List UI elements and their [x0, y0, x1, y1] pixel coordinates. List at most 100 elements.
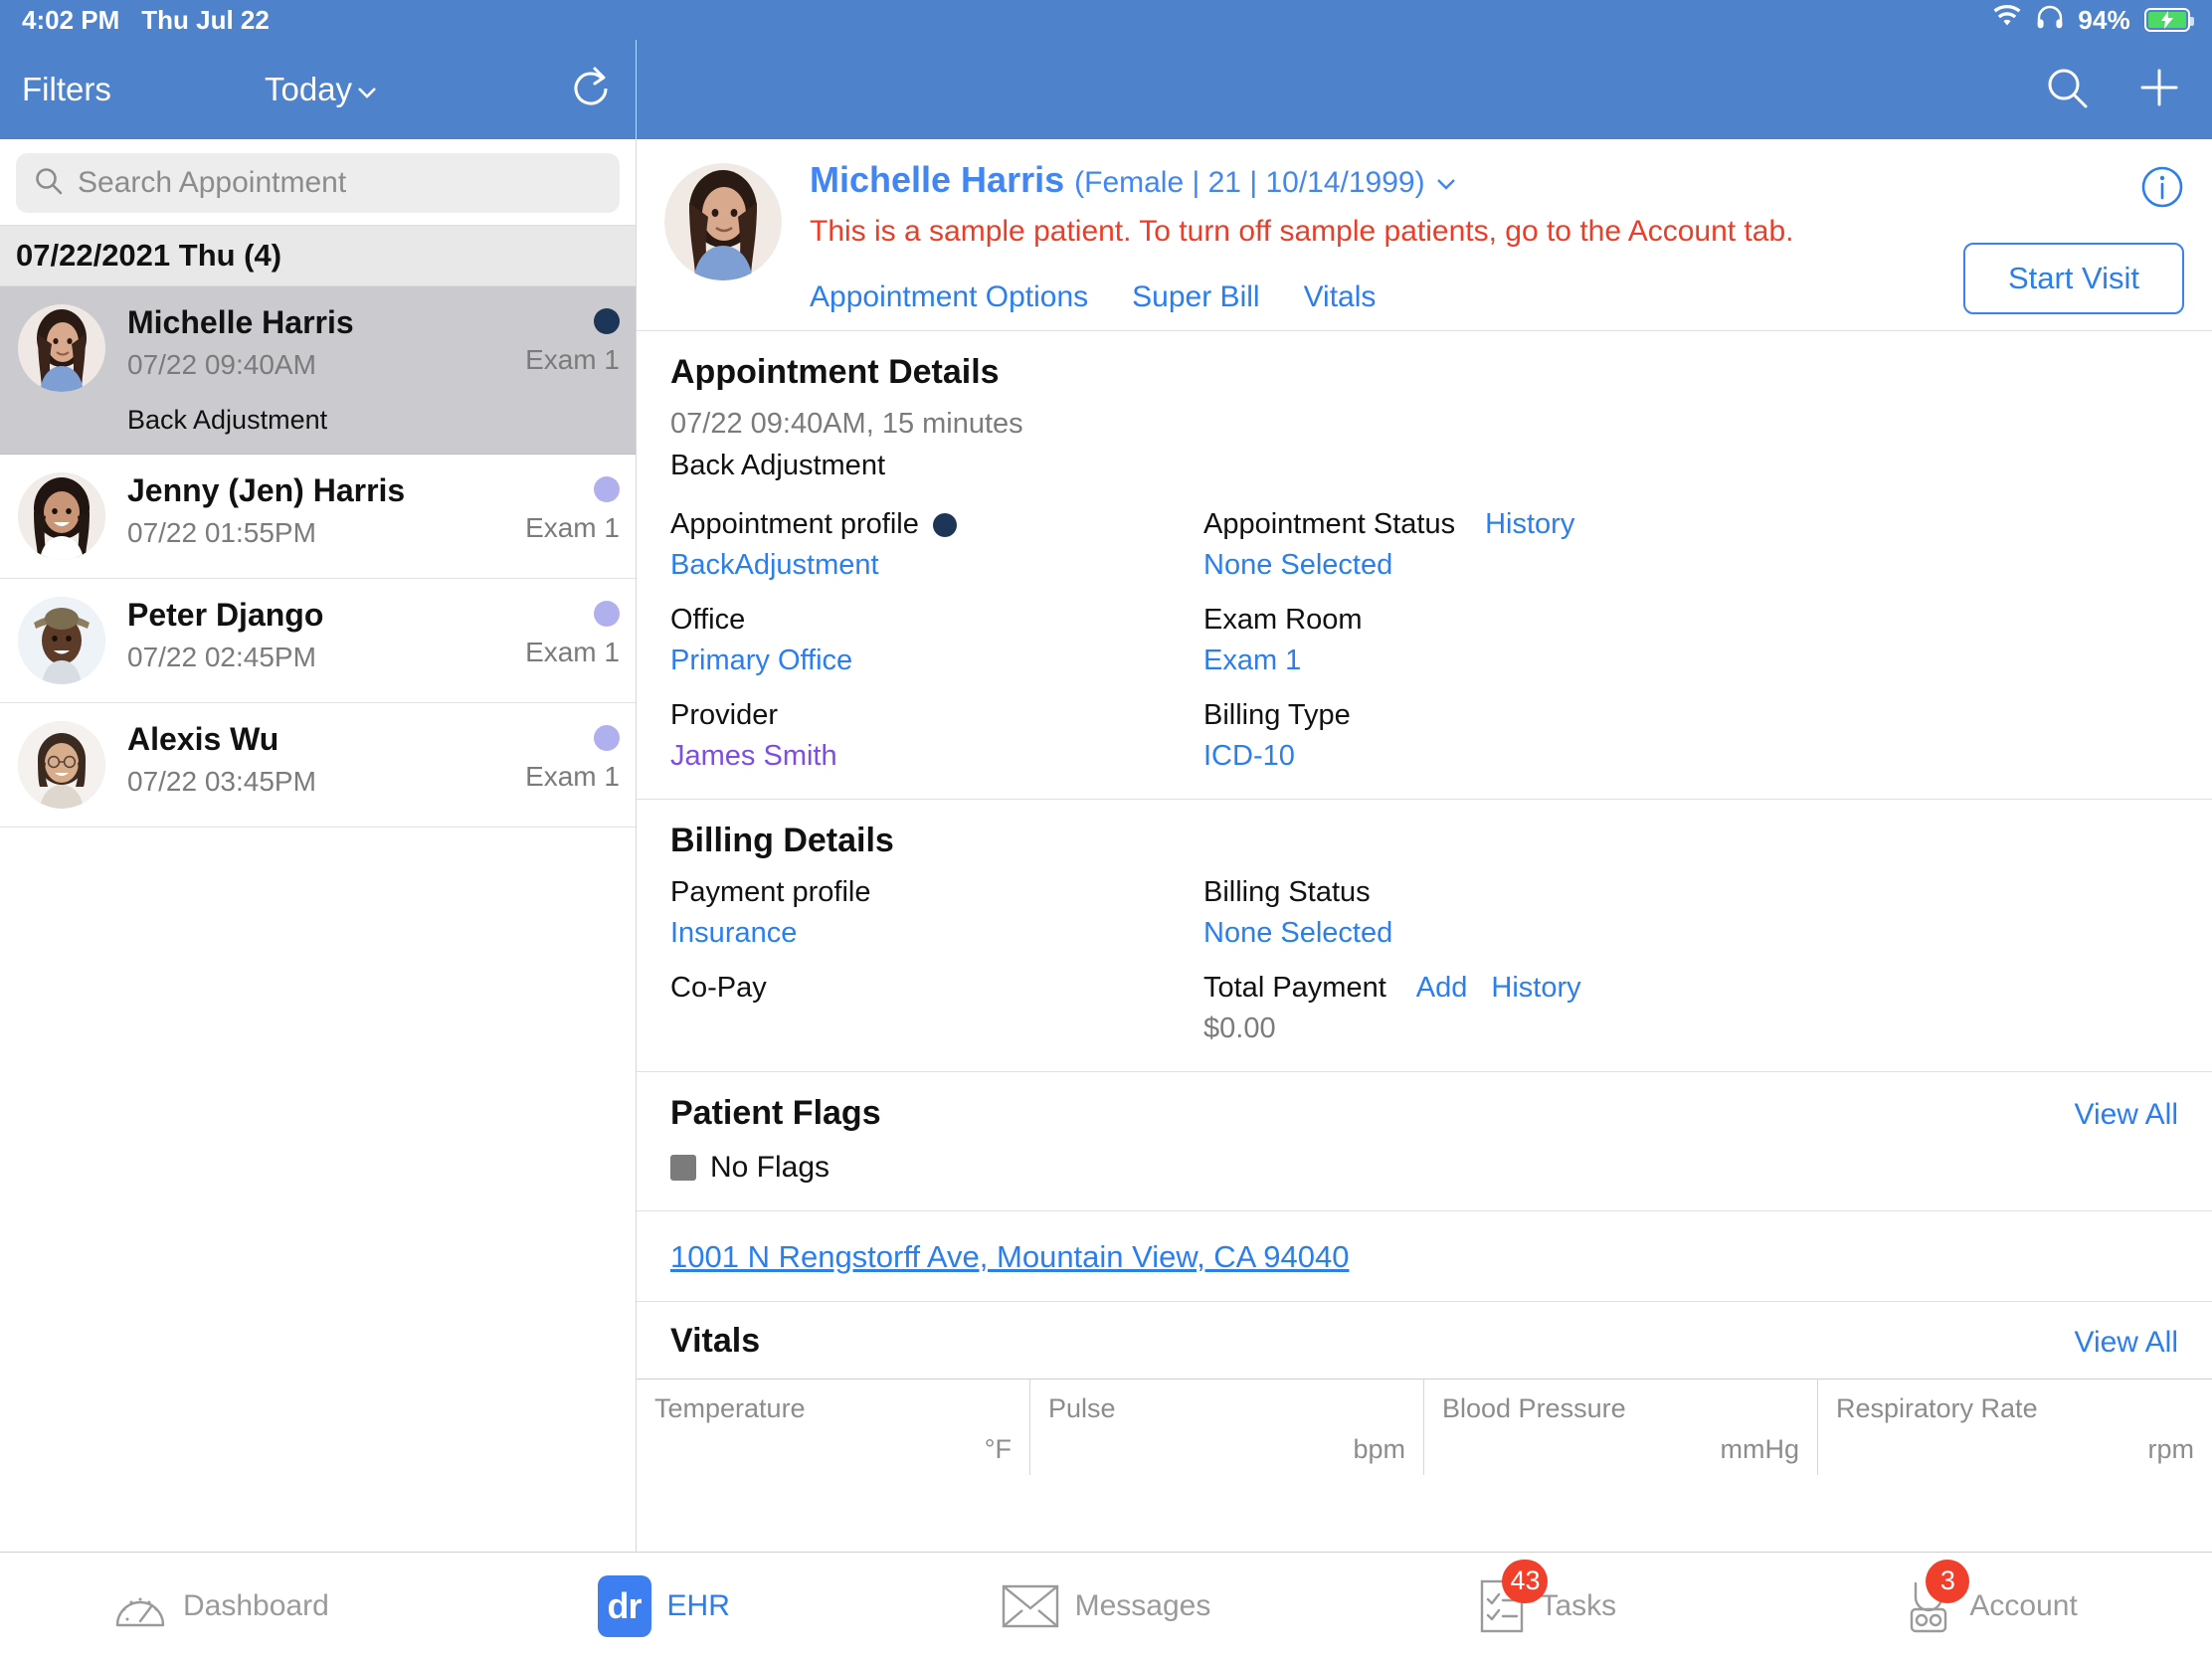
- tasks-badge: 43: [1502, 1559, 1549, 1603]
- field-label: Office: [670, 604, 1203, 637]
- patient-header: Michelle Harris (Female | 21 | 10/14/199…: [637, 139, 2212, 331]
- tab-account[interactable]: 3 Account: [1769, 1553, 2212, 1659]
- vital-unit: °F: [984, 1434, 1012, 1464]
- list-item[interactable]: Peter Django 07/22 02:45PM Exam 1: [0, 579, 636, 703]
- tab-ehr[interactable]: dr EHR: [443, 1553, 885, 1659]
- total-payment-history-link[interactable]: History: [1491, 972, 1580, 1005]
- vital-respiratory-rate[interactable]: Respiratory Rate rpm: [1818, 1380, 2212, 1475]
- patient-flags-view-all-link[interactable]: View All: [2074, 1098, 2178, 1132]
- avatar: [18, 304, 105, 392]
- dr-logo-icon: dr: [597, 1574, 651, 1637]
- battery-charging-icon: [2144, 8, 2194, 32]
- field-value[interactable]: Insurance: [670, 917, 1203, 950]
- list-item-text: Jenny (Jen) Harris 07/22 01:55PM: [127, 472, 525, 560]
- filters-button[interactable]: Filters: [22, 71, 111, 108]
- plus-icon[interactable]: [2136, 65, 2182, 115]
- status-bar: 4:02 PM Thu Jul 22 94%: [0, 0, 2212, 40]
- tab-label: EHR: [666, 1588, 730, 1622]
- field-appointment-status: Appointment Status History None Selected: [1203, 508, 2178, 582]
- chevron-down-icon: [356, 71, 378, 108]
- field-billing-type: Billing Type ICD-10: [1203, 699, 2178, 773]
- field-copay: Co-Pay: [670, 972, 1203, 1045]
- detail-toolbar: [637, 40, 2212, 139]
- status-bar-right: 94%: [1992, 4, 2194, 36]
- field-label-text: Billing Status: [1203, 876, 1371, 908]
- field-provider: Provider James Smith: [670, 699, 1203, 773]
- envelope-icon: [1002, 1584, 1059, 1628]
- bottom-tab-bar: Dashboard dr EHR Messages 43 Tasks 3 Acc…: [0, 1552, 2212, 1659]
- patient-flags-title: Patient Flags: [670, 1094, 881, 1132]
- search-icon[interactable]: [2045, 66, 2089, 114]
- field-office: Office Primary Office: [670, 604, 1203, 677]
- field-value: $0.00: [1203, 1013, 1276, 1044]
- vital-temperature[interactable]: Temperature °F: [637, 1380, 1030, 1475]
- field-value[interactable]: James Smith: [670, 740, 1203, 773]
- patient-address-link[interactable]: 1001 N Rengstorff Ave, Mountain View, CA…: [670, 1239, 1349, 1274]
- account-badge: 3: [1926, 1559, 1970, 1603]
- appointment-status-history-link[interactable]: History: [1485, 508, 1574, 541]
- tab-label: Tasks: [1540, 1588, 1617, 1622]
- info-icon[interactable]: [2140, 165, 2184, 214]
- field-label-text: Co-Pay: [670, 972, 767, 1004]
- appointment-fields-grid: Appointment profile BackAdjustment Appoi…: [670, 508, 2178, 773]
- status-dot: [594, 475, 620, 502]
- field-value[interactable]: BackAdjustment: [670, 549, 1203, 582]
- chevron-down-icon[interactable]: [1435, 176, 1457, 197]
- total-payment-add-link[interactable]: Add: [1416, 972, 1468, 1005]
- vital-label: Pulse: [1048, 1393, 1116, 1423]
- field-value[interactable]: Primary Office: [670, 645, 1203, 677]
- search-box[interactable]: [16, 153, 620, 213]
- patient-avatar: [664, 163, 782, 280]
- today-dropdown[interactable]: Today: [265, 71, 378, 108]
- list-item[interactable]: Alexis Wu 07/22 03:45PM Exam 1: [0, 703, 636, 828]
- patient-name[interactable]: Michelle Harris: [810, 159, 1064, 201]
- list-item-name: Michelle Harris: [127, 304, 354, 340]
- field-appointment-profile: Appointment profile BackAdjustment: [670, 508, 1203, 582]
- detail-content: Appointment Details 07/22 09:40AM, 15 mi…: [637, 331, 2212, 1552]
- vitals-title: Vitals: [670, 1322, 761, 1360]
- list-item-text: Peter Django 07/22 02:45PM: [127, 597, 525, 684]
- appointments-list: Michelle Harris 07/22 09:40AM Back Adjus…: [0, 286, 636, 1552]
- field-value[interactable]: None Selected: [1203, 549, 2178, 582]
- field-label-text: Total Payment: [1203, 972, 1386, 1004]
- field-label: Billing Status: [1203, 876, 2178, 909]
- patient-name-row[interactable]: Michelle Harris (Female | 21 | 10/14/199…: [810, 159, 2184, 201]
- list-item-room: Exam 1: [525, 344, 620, 375]
- field-value[interactable]: ICD-10: [1203, 740, 2178, 773]
- vital-pulse[interactable]: Pulse bpm: [1030, 1380, 1424, 1475]
- field-billing-status: Billing Status None Selected: [1203, 876, 2178, 950]
- tab-messages[interactable]: Messages: [885, 1553, 1328, 1659]
- field-value[interactable]: None Selected: [1203, 917, 2178, 950]
- list-item-text: Alexis Wu 07/22 03:45PM: [127, 721, 525, 809]
- tab-dashboard[interactable]: Dashboard: [0, 1553, 443, 1659]
- field-value[interactable]: Exam 1: [1203, 645, 2178, 677]
- stethoscope-icon: 3: [1904, 1559, 1970, 1633]
- list-item-time: 07/22 03:45PM: [127, 765, 316, 797]
- vital-blood-pressure[interactable]: Blood Pressure mmHg: [1424, 1380, 1818, 1475]
- list-item[interactable]: Michelle Harris 07/22 09:40AM Back Adjus…: [0, 286, 636, 455]
- wifi-icon: [1992, 4, 2022, 36]
- list-item-meta: Exam 1: [525, 721, 620, 809]
- link-appointment-options[interactable]: Appointment Options: [810, 280, 1088, 314]
- list-item-room: Exam 1: [525, 636, 620, 667]
- vital-label: Respiratory Rate: [1836, 1393, 2038, 1423]
- list-item[interactable]: Jenny (Jen) Harris 07/22 01:55PM Exam 1: [0, 455, 636, 579]
- billing-fields-grid: Payment profile Insurance Billing Status…: [670, 876, 2178, 1045]
- list-item-room: Exam 1: [525, 760, 620, 792]
- list-item-time: 07/22 09:40AM: [127, 348, 316, 380]
- tab-tasks[interactable]: 43 Tasks: [1327, 1553, 1769, 1659]
- list-item-name: Alexis Wu: [127, 720, 279, 757]
- flag-icon: [670, 1155, 696, 1181]
- link-vitals[interactable]: Vitals: [1304, 280, 1377, 314]
- start-visit-button[interactable]: Start Visit: [1963, 243, 2184, 314]
- body: Filters Today Search Appointment 07/22/2…: [0, 40, 2212, 1552]
- patient-flags-row: No Flags: [670, 1151, 2178, 1185]
- search-input[interactable]: [78, 166, 602, 200]
- vitals-header: Vitals View All: [637, 1302, 2212, 1380]
- vitals-view-all-link[interactable]: View All: [2074, 1326, 2178, 1360]
- field-payment-profile: Payment profile Insurance: [670, 876, 1203, 950]
- vital-unit: rpm: [2147, 1434, 2195, 1464]
- appointment-datetime: 07/22 09:40AM, 15 minutes: [670, 408, 1023, 440]
- refresh-icon[interactable]: [568, 65, 614, 115]
- link-super-bill[interactable]: Super Bill: [1132, 280, 1259, 314]
